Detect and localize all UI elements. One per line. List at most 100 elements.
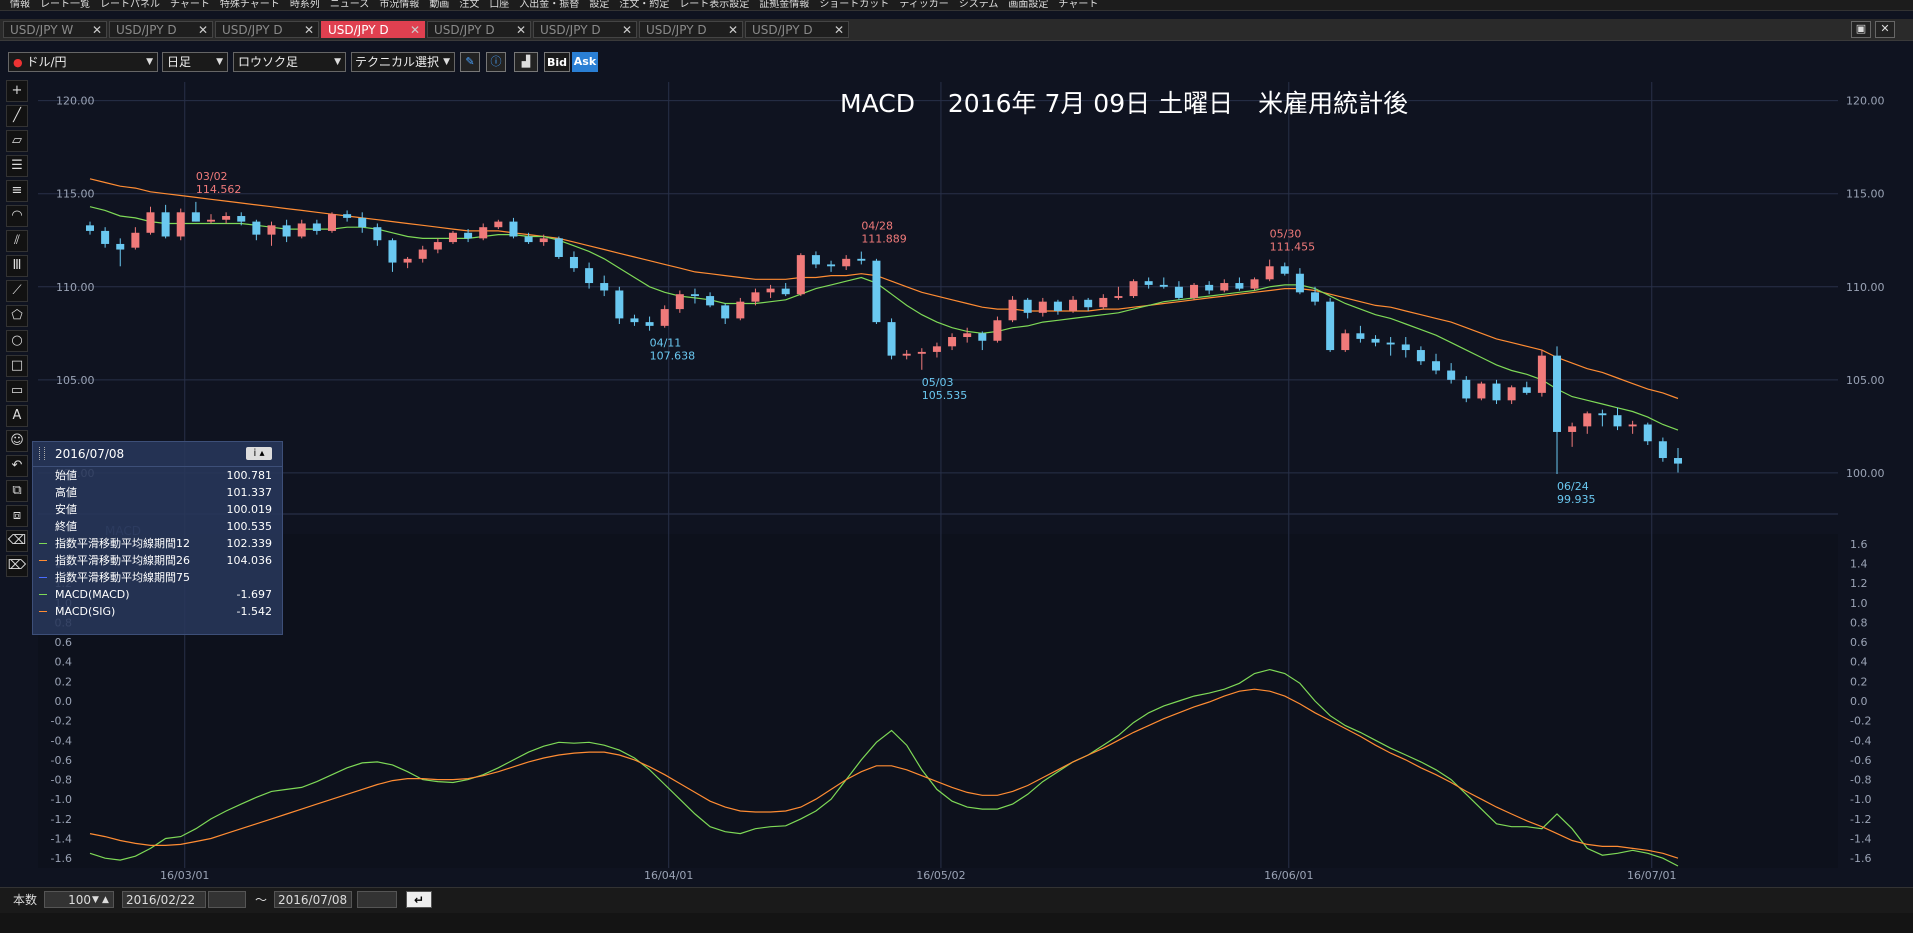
candle-body [312,223,321,231]
menu-item[interactable]: 設定 [589,0,609,10]
close-icon[interactable]: ✕ [198,22,208,39]
candle-body [403,258,412,263]
close-icon[interactable]: ✕ [834,22,844,39]
tab-usdjpy[interactable]: USD/JPY D ✕ [215,21,319,38]
menu-item[interactable]: 注文 [459,0,479,10]
menu-item[interactable]: チャート [1058,0,1098,10]
info-row-label: MACD(MACD) [55,588,130,601]
tab-usdjpy[interactable]: USD/JPY D ✕ [427,21,531,38]
from-date-input[interactable]: 2016/02/22 [122,891,206,908]
candle-body [811,255,820,265]
technical-select[interactable]: テクニカル選択 ▼ [351,52,455,72]
menu-item[interactable]: 証拠金情報 [759,0,809,10]
menu-item[interactable]: 時系列 [290,0,320,10]
candle-body [297,223,306,237]
menu-item[interactable]: ニュース [330,0,370,10]
info-row: 高値 101.337 [33,484,282,501]
info-button[interactable]: ⓘ [486,52,506,72]
y-tick-label: 115.00 [56,188,95,201]
timeframe-select[interactable]: 日足 ▼ [162,52,228,72]
candle-body [766,288,775,293]
tab-usdjpy[interactable]: USD/JPY D ✕ [639,21,743,38]
candle-body [1099,297,1108,308]
macd-y-tick-label: 0.6 [55,636,73,649]
close-icon[interactable]: ✕ [728,22,738,39]
bid-button[interactable]: Bid [544,52,570,72]
chart-area[interactable]: 03/02114.562 04/11107.638 04/28111.889 05/0… [0,76,1913,888]
tab-usdjpy[interactable]: USD/JPY W ✕ [3,21,107,38]
menu-item[interactable]: レート表示設定 [679,0,749,10]
candle-body [1341,333,1350,351]
macd-y-tick-label-right: -1.0 [1850,793,1871,806]
chart-style-select[interactable]: ロウソク足 ▼ [233,52,346,72]
y-tick-label: 110.00 [56,281,95,294]
close-icon[interactable]: ✕ [92,22,102,39]
tab-usdjpy[interactable]: USD/JPY D ✕ [745,21,849,38]
series-marker [39,577,47,578]
candle-body [267,225,276,235]
candle-body [222,216,231,220]
drag-handle-icon[interactable] [39,447,45,460]
pen-tool-button[interactable]: ✎ [460,52,480,72]
tab-usdjpy[interactable]: USD/JPY D ✕ [109,21,213,38]
info-row: MACD(SIG) -1.542 [33,603,282,620]
ask-button[interactable]: Ask [572,52,598,72]
candle-body [1568,426,1577,432]
menu-item[interactable]: 画面設定 [1008,0,1048,10]
menu-item[interactable]: チャート [170,0,210,10]
currency-select[interactable]: ● ドル/円 ▼ [8,52,158,72]
macd-y-tick-label: -0.6 [51,754,72,767]
menu-item[interactable]: 特殊チャート [220,0,280,10]
menu-item[interactable]: 口座 [489,0,509,10]
to-time-input[interactable] [357,891,397,908]
candle-body [675,294,684,310]
candle-body [1159,284,1168,287]
menu-item[interactable]: ティッカー [899,0,948,10]
return-icon[interactable]: ↵ [406,891,432,908]
close-window-button[interactable]: ✕ [1875,21,1895,38]
close-icon[interactable]: ✕ [304,22,314,39]
restore-window-button[interactable]: ▣ [1851,21,1871,38]
candle-body [1220,283,1229,291]
menu-item[interactable]: ショートカット [819,0,889,10]
x-tick-label: 16/06/01 [1264,869,1313,882]
close-icon[interactable]: ✕ [410,22,420,39]
close-icon[interactable]: ✕ [516,22,526,39]
close-icon[interactable]: ✕ [622,22,632,39]
tab-usdjpy[interactable]: USD/JPY D ✕ [533,21,637,38]
menu-item[interactable]: レートパネル [100,0,160,10]
tab-label: USD/JPY D [752,23,813,37]
menu-item[interactable]: システム [959,0,999,10]
candle-body [690,294,699,297]
from-time-input[interactable] [208,891,246,908]
count-up-icon[interactable]: ▲ [102,892,109,908]
volume-chart-button[interactable]: ▟ [514,52,538,72]
tab-usdjpy[interactable]: USD/JPY D ✕ [321,21,425,38]
chevron-down-icon: ▼ [334,57,341,67]
menu-item[interactable]: 入出金・振替 [519,0,579,10]
menu-item[interactable]: 注文・約定 [619,0,669,10]
annotation-value: 111.889 [861,233,907,246]
info-collapse-button[interactable]: i ▴ [246,447,272,460]
to-date-input[interactable]: 2016/07/08 [274,891,352,908]
candle-body [1507,387,1516,401]
candle-body [660,309,669,326]
macd-y-tick-label-right: 0.4 [1850,656,1868,669]
flag-icon: ● [13,56,23,69]
candle-body [1628,424,1637,427]
candle-body [131,232,140,248]
candle-body [1053,301,1062,311]
menu-item[interactable]: 情報 [10,0,30,10]
count-down-icon[interactable]: ▼ [92,892,99,908]
candle-body [343,214,352,218]
menu-item[interactable]: 動画 [429,0,449,10]
y-tick-label-right: 110.00 [1846,281,1885,294]
candle-body [327,214,336,231]
menu-item[interactable]: レート一覧 [40,0,90,10]
candle-body [509,221,518,237]
macd-y-tick-label-right: 0.6 [1850,636,1868,649]
macd-y-tick-label-right: -0.6 [1850,754,1871,767]
candle-body [1492,383,1501,401]
menu-item[interactable]: 市況情報 [379,0,419,10]
ohlc-info-panel[interactable]: 2016/07/08 i ▴ 始値 100.781 高値 101.337 安値 100.0… [32,441,283,635]
